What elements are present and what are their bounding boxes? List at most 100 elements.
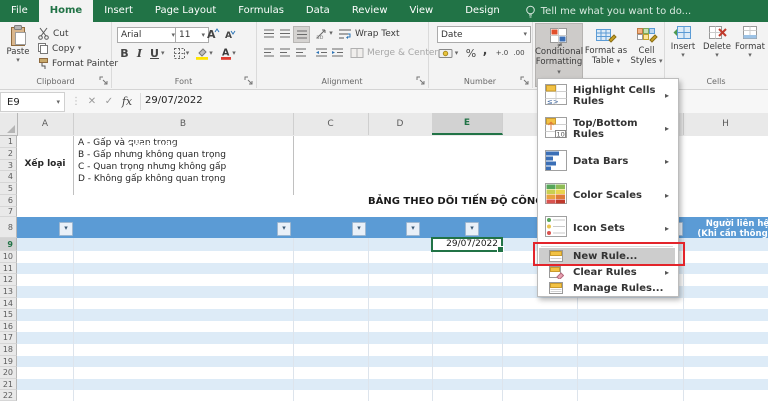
row-header-18[interactable]: 18 (0, 344, 17, 356)
name-box[interactable]: E9 ▾ (0, 92, 65, 112)
row-header-16[interactable]: 16 (0, 321, 17, 332)
wrap-text-button[interactable]: Wrap Text (338, 28, 400, 40)
borders-button[interactable]: ▾ (171, 45, 191, 61)
menu-item-color-scales[interactable]: Color Scales▸ (539, 179, 675, 212)
column-header-H[interactable]: H (683, 113, 768, 135)
table-band-row-21[interactable] (17, 379, 768, 390)
align-bottom-button[interactable] (293, 26, 310, 43)
column-header-B[interactable]: B (73, 113, 294, 135)
format-cells-button[interactable]: Format▾ (735, 24, 765, 78)
fill-handle[interactable] (497, 246, 504, 253)
row-header-5[interactable]: 5 (0, 183, 17, 195)
row-header-17[interactable]: 17 (0, 332, 17, 344)
row-header-4[interactable]: 4 (0, 171, 17, 183)
table-band-row-17[interactable] (17, 332, 768, 344)
row-header-7[interactable]: 7 (0, 207, 17, 217)
grow-font-button[interactable]: A (205, 26, 221, 42)
align-left-button[interactable] (261, 45, 276, 60)
cell-b3[interactable]: C - Quan trọng nhưng không gấp (78, 161, 226, 173)
column-header-A[interactable]: A (17, 113, 74, 135)
row-header-15[interactable]: 15 (0, 309, 17, 321)
column-header-D[interactable]: D (368, 113, 433, 135)
row-header-6[interactable]: 6 (0, 195, 17, 207)
tab-data[interactable]: Data (295, 0, 341, 22)
header-deadline[interactable]: Deadline (428, 136, 466, 157)
cancel-entry-button[interactable]: ✕ (84, 92, 100, 110)
paste-dropdown-arrow-icon[interactable]: ▾ (16, 57, 20, 64)
tab-design[interactable]: Design (454, 0, 511, 22)
delete-cells-button[interactable]: Delete▾ (702, 24, 732, 78)
confirm-entry-button[interactable]: ✓ (101, 92, 117, 110)
font-color-button[interactable]: A▾ (217, 45, 239, 61)
decrease-decimal-button[interactable]: .00 (511, 46, 527, 60)
font-dialog-launcher[interactable] (244, 76, 253, 85)
cut-button[interactable]: Cut (37, 27, 69, 40)
increase-decimal-button[interactable]: +.0 (494, 46, 510, 60)
tab-view[interactable]: View (399, 0, 445, 22)
insert-cells-button[interactable]: Insert▾ (668, 24, 698, 78)
tab-review[interactable]: Review (341, 0, 399, 22)
filter-button-deadline[interactable]: ▾ (465, 222, 479, 236)
italic-button[interactable]: I (133, 45, 146, 61)
underline-button[interactable]: U (148, 45, 161, 61)
accounting-format-button[interactable]: ▾ (436, 46, 460, 61)
filter-button-mang[interactable]: ▾ (59, 222, 73, 236)
fill-color-button[interactable]: ▾ (193, 45, 215, 61)
column-header-C[interactable]: C (293, 113, 369, 135)
row-header-3[interactable]: 3 (0, 160, 17, 171)
row-header-11[interactable]: 11 (0, 263, 17, 274)
percent-style-button[interactable]: % (464, 45, 478, 61)
font-size-combo[interactable]: 11▾ (175, 27, 209, 43)
orientation-button[interactable]: ab▾ (314, 26, 334, 41)
menu-item-top-bottom-rules[interactable]: 10Top/Bottom Rules▸ (539, 112, 675, 145)
row-header-10[interactable]: 10 (0, 251, 17, 263)
tell-me-box[interactable]: Tell me what you want to do... (525, 0, 691, 22)
row-header-19[interactable]: 19 (0, 356, 17, 367)
header-cong-viec[interactable]: Công việc cần làm (73, 136, 273, 157)
header-xep-loai[interactable]: Xếp loại (368, 136, 408, 157)
filter-button-xep-loai[interactable]: ▾ (406, 222, 420, 236)
tab-file[interactable]: File (0, 0, 39, 22)
menu-item-clear-rules[interactable]: Clear Rules▸ (539, 264, 675, 280)
underline-dropdown-arrow-icon[interactable]: ▾ (161, 50, 165, 57)
table-band-row-19[interactable] (17, 356, 768, 367)
formula-bar-input[interactable]: 29/07/2022 (145, 92, 203, 110)
header-nguoi-lien-he-line2[interactable]: (Khi cần thông ti (685, 229, 768, 239)
row-header-8[interactable]: 8 (0, 217, 17, 238)
row-header-21[interactable]: 21 (0, 379, 17, 390)
align-center-button[interactable] (277, 45, 292, 60)
menu-item-icon-sets[interactable]: Icon Sets▸ (539, 212, 675, 245)
font-name-combo[interactable]: Arial▾ (117, 27, 179, 43)
format-as-table-button[interactable]: Format as Table ▾ (584, 23, 628, 85)
align-top-button[interactable] (261, 26, 276, 41)
row-header-2[interactable]: 2 (0, 148, 17, 160)
tab-insert[interactable]: Insert (93, 0, 144, 22)
row-header-20[interactable]: 20 (0, 367, 17, 379)
bold-button[interactable]: B (118, 45, 131, 61)
selected-cell-e9[interactable]: 29/07/2022 (431, 237, 503, 252)
tab-formulas[interactable]: Formulas (227, 0, 295, 22)
comma-style-button[interactable]: , (480, 42, 490, 58)
column-header-E[interactable]: E (432, 113, 503, 135)
header-nguoi-lien-he-line1[interactable]: Người liên hệ (685, 219, 768, 229)
copy-button[interactable]: Copy▾ (37, 42, 81, 55)
cell-b4[interactable]: D - Không gấp không quan trọng (78, 173, 225, 185)
insert-function-button[interactable]: fx (119, 92, 135, 110)
table-band-row-15[interactable] (17, 309, 768, 321)
row-header-1[interactable]: 1 (0, 136, 17, 148)
number-dialog-launcher[interactable] (520, 76, 529, 85)
clipboard-dialog-launcher[interactable] (99, 76, 108, 85)
name-box-dropdown-arrow-icon[interactable]: ▾ (56, 99, 64, 106)
filter-button-cong-viec[interactable]: ▾ (277, 222, 291, 236)
select-all-corner[interactable] (0, 113, 18, 136)
tab-page-layout[interactable]: Page Layout (144, 0, 227, 22)
increase-indent-button[interactable] (330, 45, 345, 60)
align-middle-button[interactable] (277, 26, 292, 41)
header-muc-do[interactable]: Mức độ (293, 136, 351, 157)
cell-styles-button[interactable]: Cell Styles ▾ (630, 23, 663, 85)
menu-item-highlight-cells-rules[interactable]: ≤>Highlight Cells Rules▸ (539, 79, 675, 112)
menu-item-data-bars[interactable]: Data Bars▸ (539, 145, 675, 178)
cell-a1-xep-loai[interactable]: Xếp loại (17, 158, 73, 170)
row-header-22[interactable]: 22 (0, 390, 17, 401)
row-header-14[interactable]: 14 (0, 298, 17, 309)
